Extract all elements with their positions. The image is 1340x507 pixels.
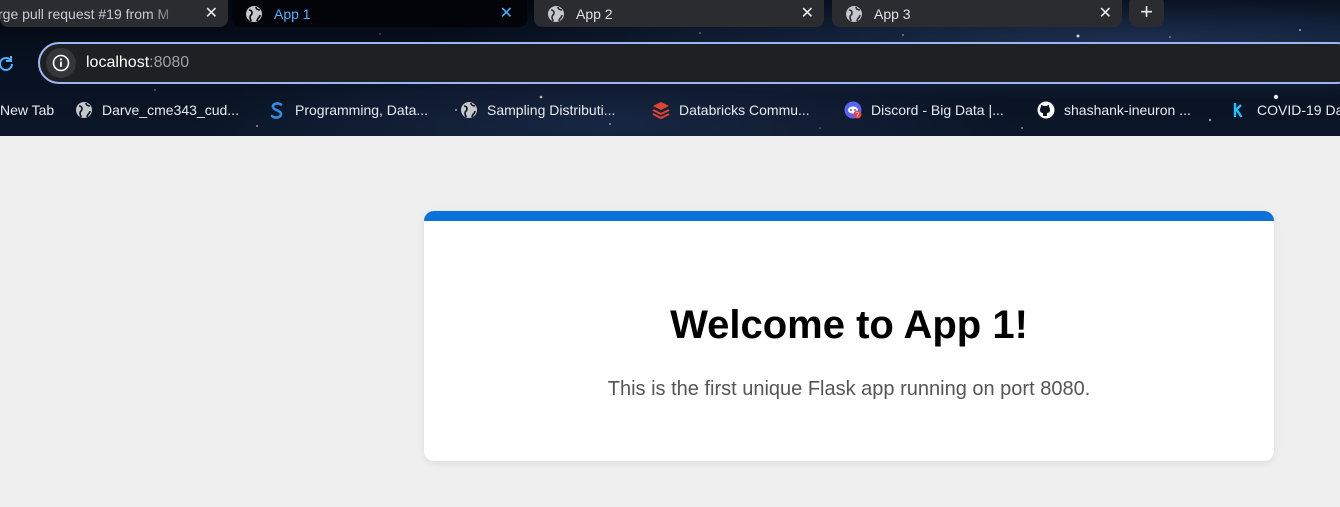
page-subtitle: This is the first unique Flask app runni… xyxy=(607,378,1091,400)
info-icon xyxy=(52,54,70,72)
bookmark-sampling[interactable]: Sampling Distributi... xyxy=(460,97,615,123)
tab-close-icon[interactable]: ✕ xyxy=(205,3,218,23)
globe-icon xyxy=(246,5,262,22)
tab-title: App 2 xyxy=(576,5,613,22)
site-info-button[interactable] xyxy=(46,48,76,78)
bookmark-label: New Tab xyxy=(0,102,55,118)
bookmark-discord[interactable]: 7 Discord - Big Data |... xyxy=(844,97,1004,123)
bookmark-github[interactable]: shashank-ineuron ... xyxy=(1037,97,1191,123)
new-tab-button[interactable]: + xyxy=(1129,0,1164,27)
bookmark-new-tab[interactable]: New Tab xyxy=(0,97,54,123)
globe-icon xyxy=(846,5,862,22)
reload-icon[interactable] xyxy=(0,54,16,74)
page-heading: Welcome to App 1! xyxy=(670,303,1028,347)
tab-title: App 3 xyxy=(874,5,911,22)
bookmarks-bar: New Tab Darve_cme343_cud... Programming,… xyxy=(0,97,1340,123)
tab-close-icon[interactable]: ✕ xyxy=(801,3,814,23)
bookmark-programming[interactable]: Programming, Data... xyxy=(268,97,428,123)
tab-merge-pull-request[interactable]: rge pull request #19 from M ✕ xyxy=(0,0,228,27)
url-text: localhost:8080 xyxy=(86,54,189,72)
tab-app-1[interactable]: App 1 ✕ xyxy=(232,0,527,27)
bookmark-darve[interactable]: Darve_cme343_cud... xyxy=(75,97,239,123)
svg-text:7: 7 xyxy=(856,112,860,119)
bookmark-databricks[interactable]: Databricks Commu... xyxy=(652,97,810,123)
bookmark-label: COVID-19 Da xyxy=(1257,102,1340,118)
url-port: :8080 xyxy=(149,54,190,71)
tab-close-icon[interactable]: ✕ xyxy=(1099,3,1112,23)
welcome-card: Welcome to App 1! This is the first uniq… xyxy=(424,211,1274,461)
globe-icon xyxy=(548,5,564,22)
s-logo-icon xyxy=(270,102,283,119)
discord-icon: 7 xyxy=(844,101,862,119)
tab-app-3[interactable]: App 3 ✕ xyxy=(832,0,1122,27)
browser-chrome: rge pull request #19 from M ✕ App 1 ✕ Ap… xyxy=(0,0,1340,136)
bookmark-label: Darve_cme343_cud... xyxy=(102,102,239,118)
bookmark-label: shashank-ineuron ... xyxy=(1064,102,1191,118)
address-bar[interactable]: localhost:8080 xyxy=(38,42,1340,84)
tab-close-icon[interactable]: ✕ xyxy=(500,3,513,23)
globe-icon xyxy=(76,102,92,118)
tab-title: rge pull request #19 from M xyxy=(0,5,170,22)
tab-app-2[interactable]: App 2 ✕ xyxy=(534,0,824,27)
globe-icon xyxy=(461,102,477,118)
databricks-icon xyxy=(652,102,670,119)
bookmark-covid[interactable]: COVID-19 Da xyxy=(1230,97,1340,123)
github-icon xyxy=(1037,101,1055,119)
url-host: localhost xyxy=(86,54,150,71)
bookmark-label: Databricks Commu... xyxy=(679,102,810,118)
bookmark-label: Discord - Big Data |... xyxy=(871,102,1004,118)
bookmark-label: Sampling Distributi... xyxy=(487,102,616,118)
kaggle-icon xyxy=(1233,103,1243,118)
tab-title: App 1 xyxy=(274,5,311,22)
bookmark-label: Programming, Data... xyxy=(295,102,429,118)
